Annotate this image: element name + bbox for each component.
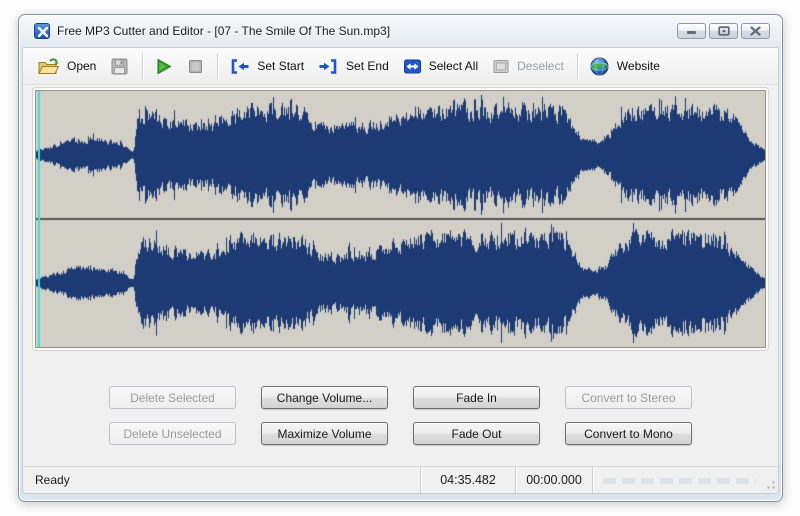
status-bar-tail bbox=[592, 467, 778, 493]
stop-icon bbox=[187, 58, 204, 75]
toolbar-separator bbox=[217, 53, 218, 79]
status-bar: Ready 04:35.482 00:00.000 bbox=[23, 466, 778, 493]
set-end-label: Set End bbox=[346, 59, 389, 73]
set-end-icon bbox=[318, 58, 339, 75]
website-globe-icon bbox=[589, 56, 610, 77]
open-folder-icon bbox=[37, 57, 60, 76]
fade-in-button[interactable]: Fade In bbox=[413, 386, 540, 409]
waveform-panel bbox=[35, 90, 766, 348]
total-time: 04:35.482 bbox=[420, 467, 515, 493]
open-button[interactable]: Open bbox=[31, 54, 104, 79]
window-title: Free MP3 Cutter and Editor - [07 - The S… bbox=[57, 24, 677, 38]
title-bar[interactable]: Free MP3 Cutter and Editor - [07 - The S… bbox=[19, 15, 782, 47]
fade-out-button[interactable]: Fade Out bbox=[413, 422, 540, 445]
maximize-volume-button[interactable]: Maximize Volume bbox=[261, 422, 388, 445]
set-start-icon bbox=[229, 58, 250, 75]
set-start-button[interactable]: Set Start bbox=[223, 55, 312, 78]
delete-selected-button[interactable]: Delete Selected bbox=[109, 386, 236, 409]
convert-to-mono-button[interactable]: Convert to Mono bbox=[565, 422, 692, 445]
select-all-button[interactable]: Select All bbox=[397, 55, 486, 78]
delete-unselected-button[interactable]: Delete Unselected bbox=[109, 422, 236, 445]
save-button[interactable] bbox=[104, 54, 137, 79]
minimize-icon bbox=[686, 26, 697, 36]
set-end-button[interactable]: Set End bbox=[312, 55, 397, 78]
maximize-button[interactable] bbox=[709, 23, 738, 39]
change-volume-button[interactable]: Change Volume... bbox=[261, 386, 388, 409]
set-start-label: Set Start bbox=[257, 59, 304, 73]
status-text: Ready bbox=[23, 473, 420, 487]
action-button-grid: Delete Selected Change Volume... Fade In… bbox=[23, 386, 778, 445]
website-button[interactable]: Website bbox=[583, 53, 668, 80]
deselect-icon bbox=[492, 58, 510, 75]
close-icon bbox=[750, 26, 761, 36]
deselect-button[interactable]: Deselect bbox=[486, 55, 572, 78]
toolbar-separator bbox=[577, 53, 578, 79]
website-label: Website bbox=[617, 59, 660, 73]
minimize-button[interactable] bbox=[677, 23, 706, 39]
select-all-label: Select All bbox=[429, 59, 478, 73]
app-icon bbox=[34, 23, 50, 39]
watermark bbox=[603, 478, 756, 484]
toolbar: Open bbox=[23, 48, 778, 85]
play-icon bbox=[154, 57, 173, 76]
close-button[interactable] bbox=[741, 23, 770, 39]
deselect-label: Deselect bbox=[517, 59, 564, 73]
open-label: Open bbox=[67, 59, 96, 73]
position-time: 00:00.000 bbox=[515, 467, 592, 493]
client-area: Open bbox=[22, 47, 779, 494]
resize-grip[interactable] bbox=[764, 479, 776, 491]
maximize-icon bbox=[718, 26, 730, 36]
select-all-icon bbox=[403, 58, 422, 75]
play-button[interactable] bbox=[148, 54, 181, 79]
app-icon-glyph bbox=[36, 25, 50, 39]
app-window: Free MP3 Cutter and Editor - [07 - The S… bbox=[18, 14, 783, 502]
save-disk-icon bbox=[110, 57, 129, 76]
stop-button[interactable] bbox=[181, 55, 212, 78]
toolbar-separator bbox=[142, 53, 143, 79]
window-controls bbox=[677, 23, 774, 39]
waveform-canvas[interactable] bbox=[36, 91, 765, 347]
waveform-frame bbox=[32, 87, 769, 351]
convert-to-stereo-button[interactable]: Convert to Stereo bbox=[565, 386, 692, 409]
